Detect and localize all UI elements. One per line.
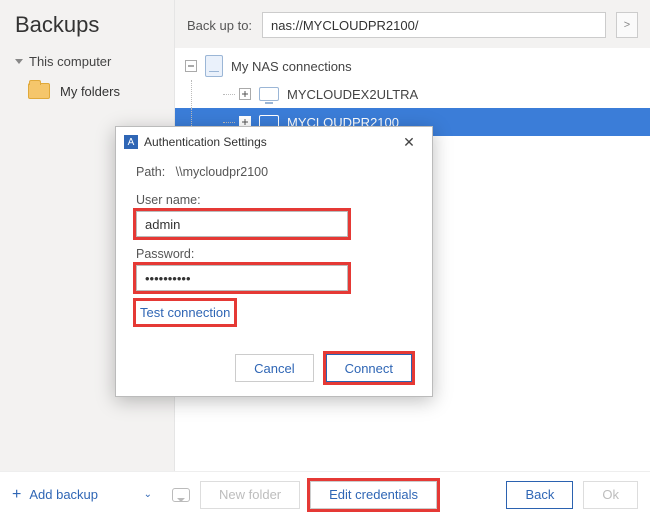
path-label: Path: [136,165,165,179]
tree-item-mycloudex2ultra[interactable]: MYCLOUDEX2ULTRA [175,80,650,108]
dialog-titlebar: A Authentication Settings ✕ [116,127,432,157]
tree-connector-icon [223,122,235,123]
tree-connector-icon [223,94,235,95]
close-icon: ✕ [403,134,415,151]
sidebar-group-label: This computer [29,54,111,69]
bottombar: + Add backup ⌄ New folder Edit credentia… [0,471,650,517]
tree-root-nas[interactable]: My NAS connections [175,52,650,80]
topbar: Back up to: > [175,0,650,48]
test-connection-link[interactable]: Test connection [136,301,234,324]
back-button[interactable]: Back [506,481,573,509]
comment-icon[interactable] [172,488,190,502]
dialog-body: Path: \\mycloudpr2100 User name: Passwor… [116,157,432,340]
computer-icon [259,87,279,101]
auth-settings-dialog: A Authentication Settings ✕ Path: \\mycl… [115,126,433,397]
edit-credentials-button[interactable]: Edit credentials [310,481,437,509]
password-label: Password: [136,247,412,261]
add-backup-label: Add backup [29,487,98,502]
path-value: \\mycloudpr2100 [176,165,268,179]
add-backup-button[interactable]: + Add backup ⌄ [12,486,152,504]
app-icon: A [124,135,138,149]
sidebar-group-this-computer[interactable]: This computer [0,48,174,75]
dialog-path-row: Path: \\mycloudpr2100 [136,165,412,179]
close-button[interactable]: ✕ [394,127,424,157]
backup-to-label: Back up to: [187,18,252,33]
tree-toggle-icon[interactable] [185,60,197,72]
backup-path-input[interactable] [262,12,606,38]
connect-button[interactable]: Connect [326,354,412,382]
dialog-title: Authentication Settings [144,135,267,149]
password-row: Password: [136,247,412,291]
tree-item-label: MYCLOUDEX2ULTRA [287,87,418,102]
dialog-footer: Cancel Connect [116,340,432,396]
new-folder-button: New folder [200,481,300,509]
nas-icon [205,55,223,77]
chevron-down-icon: ⌄ [144,489,152,500]
page-title: Backups [0,0,174,48]
sidebar-item-label: My folders [60,84,120,99]
cancel-button[interactable]: Cancel [235,354,313,382]
sidebar-item-my-folders[interactable]: My folders [0,75,174,107]
tree-toggle-icon[interactable] [239,88,251,100]
plus-icon: + [12,486,21,504]
folder-icon [28,83,50,99]
password-input[interactable] [136,265,348,291]
chevron-down-icon [15,59,23,64]
ok-button: Ok [583,481,638,509]
path-go-button[interactable]: > [616,12,638,38]
tree-root-label: My NAS connections [231,59,352,74]
username-row: User name: [136,193,412,237]
username-input[interactable] [136,211,348,237]
username-label: User name: [136,193,412,207]
